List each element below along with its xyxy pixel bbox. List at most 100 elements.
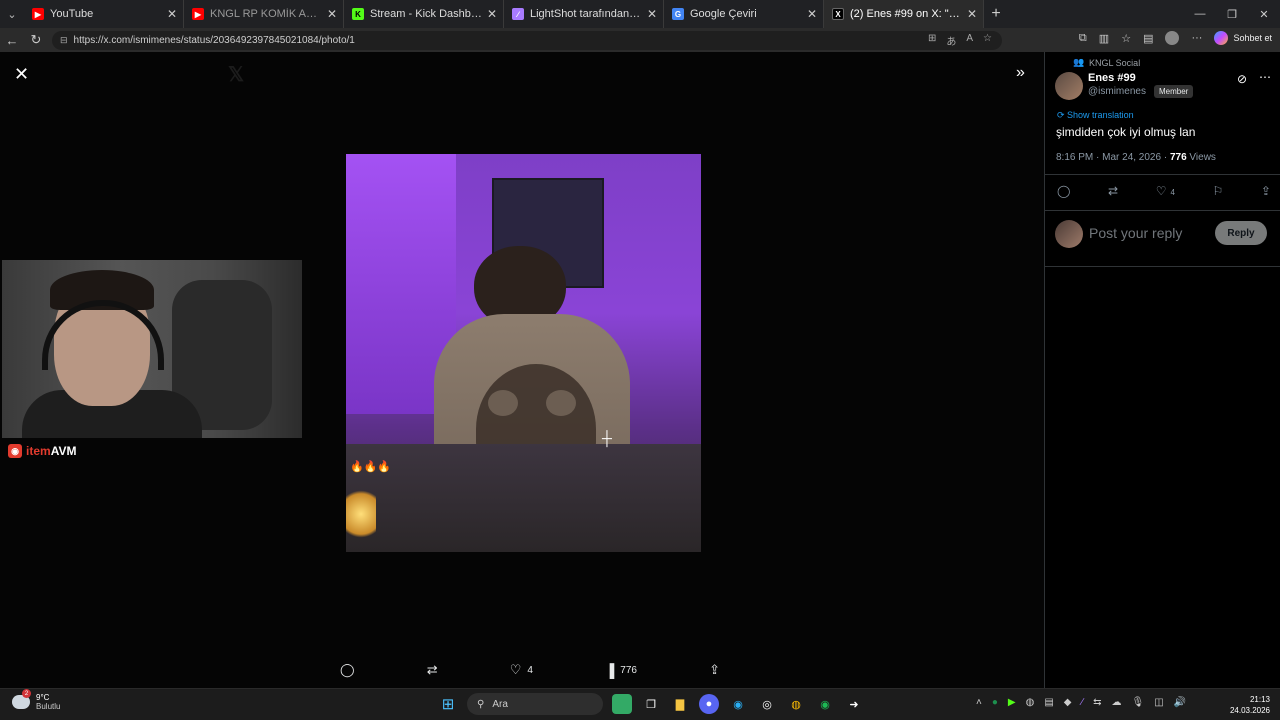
repost-action[interactable]: ⇄ (427, 662, 438, 678)
tray-lightshot-icon[interactable]: ∕ (1081, 697, 1083, 708)
copilot-button[interactable]: Sohbet et (1214, 31, 1272, 45)
edge-icon[interactable]: ◉ (728, 694, 748, 714)
views-action[interactable]: ▐ 776 (605, 663, 637, 678)
repost-icon[interactable]: ⇄ (1108, 184, 1118, 198)
spotify-icon[interactable]: ◉ (815, 694, 835, 714)
windows-start-icon[interactable]: ⊞ (438, 694, 458, 714)
like-action[interactable]: ♡ 4 (510, 662, 533, 678)
close-tab-icon[interactable]: ✕ (487, 7, 497, 21)
reply-action[interactable]: ◯ (340, 662, 355, 678)
repost-icon: ⇄ (426, 662, 438, 677)
tab-youtube[interactable]: ▶ YouTube ✕ (24, 0, 184, 28)
webcam-overlay (2, 260, 302, 438)
tray-app-icon[interactable]: ☁ (1112, 697, 1122, 708)
profile-avatar[interactable] (1165, 31, 1180, 45)
bookmark-icon[interactable]: ⚐ (1213, 184, 1224, 198)
favorites-icon[interactable]: ☆ (1121, 32, 1131, 45)
temperature: 9°C (36, 693, 50, 702)
site-info-icon[interactable]: ⊟ (60, 35, 68, 46)
taskbar-search[interactable]: ⚲ Ara (467, 693, 603, 715)
read-aloud-icon[interactable]: A (966, 33, 973, 48)
tweet-actions: ◯ ⇄ ♡ 4 ⚐ ⇪ (1057, 184, 1271, 198)
tab-google-translate[interactable]: G Google Çeviri ✕ (664, 0, 824, 28)
close-tab-icon[interactable]: ✕ (647, 7, 657, 21)
author-name[interactable]: Enes #99 (1088, 72, 1136, 84)
reply-input[interactable]: Post your reply (1089, 225, 1182, 241)
tab-lightshot[interactable]: ∕ LightShot tarafından Ekran Görüntüsü ✕ (504, 0, 664, 28)
expand-panel-icon[interactable]: » (1016, 64, 1025, 82)
address-toolbar: ← ↻ ⊟ https://x.com/ismimenes/status/203… (0, 28, 1280, 52)
tray-app-icon[interactable]: ▤ (1044, 697, 1053, 708)
app-arrow-icon[interactable]: ➜ (844, 694, 864, 714)
clock[interactable]: 21:13 24.03.2026 (1226, 694, 1270, 716)
time: 21:13 (1249, 695, 1270, 704)
minimize-icon[interactable]: — (1184, 0, 1216, 28)
share-icon[interactable]: ⇪ (1261, 184, 1271, 198)
author-avatar[interactable] (1055, 72, 1083, 100)
tray-expand-icon[interactable]: ˄ (976, 697, 982, 708)
url-bar[interactable]: ⊟ https://x.com/ismimenes/status/2036492… (52, 31, 1002, 50)
search-highlight-icon[interactable] (612, 694, 632, 714)
copilot-label: Sohbet et (1233, 33, 1272, 43)
member-badge: Member (1154, 85, 1194, 98)
split-screen-icon[interactable]: ▥ (1099, 32, 1109, 45)
viewer-avatar (1055, 220, 1083, 248)
timestamp[interactable]: 8:16 PM · Mar 24, 2026 · (1056, 152, 1170, 163)
app-available-icon[interactable]: ⊞ (928, 33, 936, 48)
tab-youtube-video[interactable]: ▶ KNGL RP KOMİK ANLAR #9 - YouTube ✕ (184, 0, 344, 28)
author-handle[interactable]: @ismimenes (1088, 86, 1146, 97)
like-button[interactable]: ♡ 4 (1156, 184, 1175, 198)
reply-button[interactable]: Reply (1215, 221, 1267, 245)
microphone-icon[interactable]: 🎙 (1132, 697, 1145, 708)
tray-app-icon[interactable]: ⇆ (1093, 697, 1101, 708)
tab-x-post[interactable]: X (2) Enes #99 on X: "şimdiden çok iyi o… (824, 0, 984, 28)
more-options-icon[interactable]: ··· (1191, 32, 1202, 44)
tray-kick-icon[interactable]: ▶ (1008, 697, 1016, 708)
youtube-icon: ▶ (192, 8, 204, 20)
grok-icon[interactable]: ⊘ (1237, 72, 1247, 86)
tray-app-icon[interactable]: ◍ (1026, 697, 1035, 708)
tab-kick[interactable]: K Stream - Kick Dashboard ✕ (344, 0, 504, 28)
fire-emoji-icons: 🔥🔥🔥 (350, 461, 392, 473)
discord-icon[interactable]: ● (699, 694, 719, 714)
translate-icon: G (672, 8, 684, 20)
tab-actions-icon[interactable]: ⌄ (0, 0, 24, 28)
more-icon[interactable]: ⋯ (1259, 70, 1271, 84)
volume-icon[interactable]: 🔊 (1174, 697, 1186, 708)
translate-page-icon[interactable]: あ (946, 33, 956, 48)
show-translation-link[interactable]: ⟳ Show translation (1057, 110, 1134, 121)
network-icon[interactable]: ◫ (1154, 697, 1163, 708)
tweet-side-panel: 👥 KNGL Social Enes #99 @ismimenes Member… (1044, 52, 1280, 688)
windows-taskbar: 2 9°C Bulutlu ⊞ ⚲ Ara ❐ ▇ ● ◉ ◎ ◍ ◉ ➜ ˄ ●… (0, 688, 1280, 720)
collections-icon[interactable]: ▤ (1143, 32, 1153, 45)
favorite-star-icon[interactable]: ☆ (983, 33, 992, 48)
weather-widget[interactable]: 2 9°C Bulutlu (12, 689, 60, 711)
views-number: 776 (1169, 152, 1187, 163)
task-view-icon[interactable]: ❐ (641, 694, 661, 714)
obs-icon[interactable]: ◎ (757, 694, 777, 714)
back-icon[interactable]: ← (0, 33, 24, 48)
post-photo[interactable]: 🔥🔥🔥 (346, 154, 701, 552)
close-tab-icon[interactable]: ✕ (167, 7, 177, 21)
heart-icon: ♡ (509, 662, 522, 677)
close-tab-icon[interactable]: ✕ (327, 7, 337, 21)
x-icon: X (832, 8, 844, 20)
reply-icon[interactable]: ◯ (1057, 184, 1070, 198)
share-action[interactable]: ⇪ (709, 662, 720, 678)
chrome-icon[interactable]: ◍ (786, 694, 806, 714)
close-viewer-icon[interactable]: ✕ (14, 64, 29, 85)
close-window-icon[interactable]: ✕ (1248, 0, 1280, 28)
tray-steam-icon[interactable]: ◆ (1064, 697, 1072, 708)
reload-icon[interactable]: ↻ (24, 32, 48, 48)
restore-icon[interactable]: ❐ (1216, 0, 1248, 28)
tab-title: Stream - Kick Dashboard (370, 8, 483, 20)
file-explorer-icon[interactable]: ▇ (670, 694, 690, 714)
close-tab-icon[interactable]: ✕ (807, 7, 817, 21)
community-name[interactable]: KNGL Social (1089, 58, 1140, 68)
new-tab-icon[interactable]: + (984, 5, 1008, 23)
close-tab-icon[interactable]: ✕ (967, 7, 977, 21)
crosshair-cursor-icon: ┼ (602, 430, 612, 446)
tray-app-icon[interactable]: ● (992, 697, 998, 708)
extensions-icon[interactable]: ⧉ (1079, 32, 1087, 45)
date: 24.03.2026 (1229, 706, 1270, 715)
